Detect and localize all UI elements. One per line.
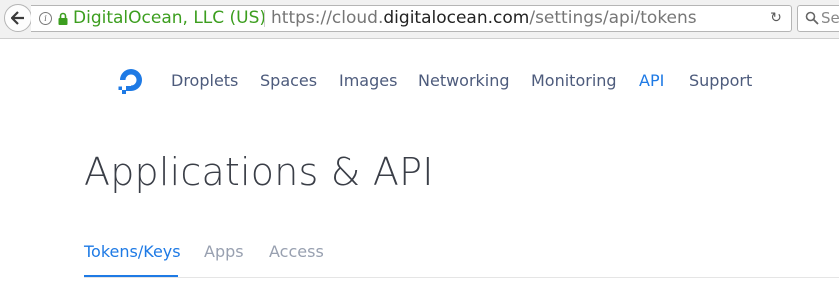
back-arrow-icon (11, 11, 24, 25)
lock-icon (58, 12, 68, 25)
url-prefix: https://cloud. (271, 8, 384, 28)
tab-bar: Tokens/Keys Apps Access (84, 240, 839, 278)
url-fade (706, 7, 746, 30)
nav-api[interactable]: API (639, 71, 664, 91)
tab-apps[interactable]: Apps (204, 242, 244, 262)
nav-monitoring[interactable]: Monitoring (531, 71, 617, 91)
browser-toolbar: i DigitalOcean, LLC (US) https://cloud.d… (0, 0, 839, 39)
nav-networking[interactable]: Networking (418, 71, 510, 91)
tab-tokens-keys[interactable]: Tokens/Keys (84, 242, 181, 262)
url-path: /settings/api/tokens (529, 8, 697, 28)
url-host: digitalocean.com (383, 8, 530, 28)
url-text[interactable]: https://cloud.digitalocean.com/settings/… (271, 8, 744, 29)
digitalocean-logo-icon[interactable] (115, 64, 147, 96)
reload-icon[interactable]: ↻ (768, 10, 784, 26)
search-placeholder: Se (821, 9, 839, 27)
active-tab-indicator (84, 275, 178, 277)
tab-access[interactable]: Access (269, 242, 324, 262)
nav-droplets[interactable]: Droplets (171, 71, 238, 91)
address-bar[interactable]: i DigitalOcean, LLC (US) https://cloud.d… (31, 5, 792, 32)
nav-images[interactable]: Images (339, 71, 397, 91)
search-icon (805, 11, 819, 25)
url-divider (264, 10, 265, 27)
site-identity-label[interactable]: DigitalOcean, LLC (US) (73, 8, 266, 29)
info-icon[interactable]: i (39, 12, 52, 25)
page-title: Applications & API (84, 150, 434, 194)
nav-support[interactable]: Support (689, 71, 752, 91)
browser-search-input[interactable]: Se (797, 5, 839, 32)
nav-spaces[interactable]: Spaces (260, 71, 317, 91)
back-button[interactable] (4, 4, 32, 32)
